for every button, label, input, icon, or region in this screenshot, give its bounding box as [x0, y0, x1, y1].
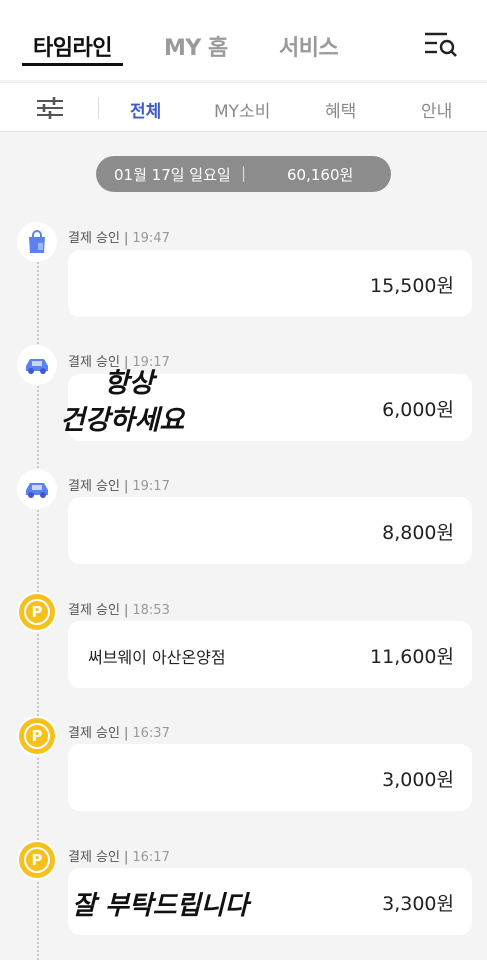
entry-time: 19:17 [132, 355, 170, 370]
car-icon [17, 345, 57, 385]
entry-status: 결제 승인 [68, 603, 120, 618]
transaction-amount: 3,000원 [382, 769, 454, 791]
merchant-name: 써브웨이 아산온양점 [88, 648, 226, 667]
top-nav: 타임라인 MY 홈 서비스 [0, 0, 487, 80]
summary-total: 60,160원 [287, 166, 354, 184]
entry-meta: 결제 승인 | 19:17 [68, 479, 170, 494]
transaction-amount: 8,800원 [382, 522, 454, 544]
date-summary-pill: 01월 17일 일요일 | 60,160원 [96, 156, 391, 192]
entry-meta: 결제 승인 | 16:17 [68, 850, 170, 865]
entry-status: 결제 승인 [68, 479, 120, 494]
shopping-bag-icon [17, 222, 57, 262]
transaction-card[interactable]: 15,500원 [68, 250, 472, 317]
menu-search-icon[interactable] [423, 30, 459, 60]
summary-separator: | [241, 164, 247, 182]
sliders-icon[interactable] [36, 97, 64, 119]
filter-tab-notices[interactable]: 안내 [421, 97, 452, 122]
transaction-card[interactable]: 3,300원 [68, 868, 472, 935]
filter-divider [98, 97, 99, 119]
summary-date: 01월 17일 일요일 [114, 166, 231, 184]
filter-tab-my-spending[interactable]: MY소비 [214, 97, 270, 122]
point-coin-icon: P [17, 840, 57, 880]
transaction-amount: 11,600원 [370, 646, 454, 668]
entry-meta: 결제 승인 | 18:53 [68, 603, 170, 618]
entry-status: 결제 승인 [68, 850, 120, 865]
entry-meta: 결제 승인 | 19:47 [68, 231, 170, 246]
transaction-card[interactable]: 6,000원 [68, 374, 472, 441]
filter-tab-benefits[interactable]: 혜택 [325, 97, 356, 122]
tab-timeline[interactable]: 타임라인 [33, 30, 112, 62]
car-icon [17, 469, 57, 509]
transaction-card[interactable]: 3,000원 [68, 744, 472, 811]
point-coin-icon: P [17, 592, 57, 632]
transaction-amount: 3,300원 [382, 893, 454, 915]
filter-tab-all[interactable]: 전체 [130, 97, 161, 122]
tab-service[interactable]: 서비스 [279, 30, 339, 62]
tab-my-home[interactable]: MY 홈 [164, 30, 228, 62]
entry-status: 결제 승인 [68, 726, 120, 741]
entry-time: 16:17 [132, 850, 170, 865]
transaction-amount: 15,500원 [370, 275, 454, 297]
transaction-card[interactable]: 8,800원 [68, 497, 472, 564]
active-tab-indicator [22, 63, 123, 66]
entry-status: 결제 승인 [68, 355, 120, 370]
transaction-amount: 6,000원 [382, 399, 454, 421]
filter-bar: 전체 MY소비 혜택 안내 [0, 82, 487, 132]
entry-meta: 결제 승인 | 19:17 [68, 355, 170, 370]
entry-time: 19:17 [132, 479, 170, 494]
entry-time: 18:53 [132, 603, 170, 618]
entry-time: 19:47 [132, 231, 170, 246]
entry-status: 결제 승인 [68, 231, 120, 246]
entry-time: 16:37 [132, 726, 170, 741]
entry-meta: 결제 승인 | 16:37 [68, 726, 170, 741]
transaction-card[interactable]: 써브웨이 아산온양점 11,600원 [68, 621, 472, 688]
point-coin-icon: P [17, 716, 57, 756]
